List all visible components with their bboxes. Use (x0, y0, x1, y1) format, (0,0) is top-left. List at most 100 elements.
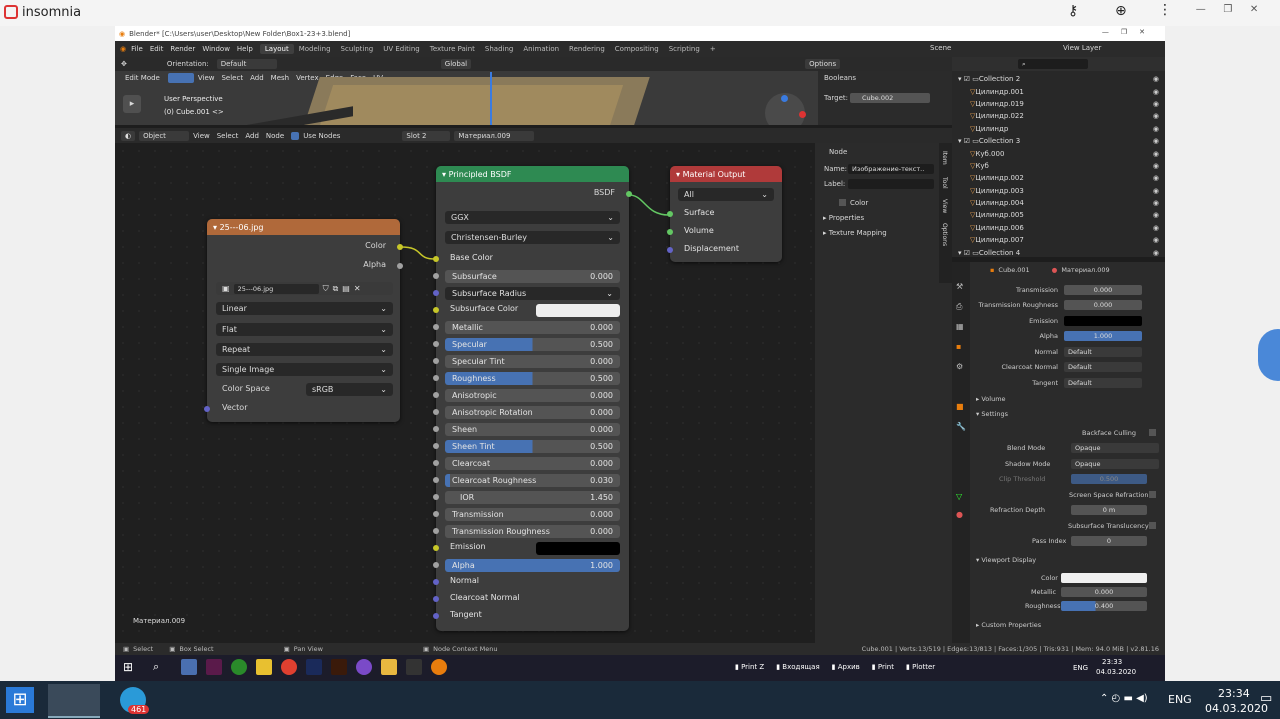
visibility-icon[interactable]: ◉ (1153, 199, 1159, 207)
blend-mode-select[interactable]: Opaque (1071, 443, 1159, 453)
maximize-icon[interactable]: ❐ (1223, 4, 1232, 15)
visibility-icon[interactable]: ◉ (1153, 100, 1159, 108)
v3d-menu-vertex[interactable]: Vertex (296, 74, 319, 82)
boolean-target-field[interactable]: Cube.002 (850, 93, 930, 103)
node-editor-canvas[interactable]: ▾ 25---06.jpg Color Alpha ▣ 25---06.jpg … (115, 143, 815, 643)
bsdf-socket-7[interactable] (433, 392, 439, 398)
shadow-mode-select[interactable]: Opaque (1071, 459, 1159, 469)
bsdf-field[interactable]: Clearcoat Roughness 0.030 (445, 474, 620, 487)
tab-tool[interactable]: Tool (941, 177, 948, 189)
volume-expander[interactable]: ▸ Volume (976, 395, 1006, 403)
props-row-value[interactable]: Default (1064, 362, 1142, 373)
bsdf-field[interactable]: Specular Tint 0.000 (445, 355, 620, 368)
displacement-socket[interactable] (667, 247, 673, 253)
notifications-icon[interactable]: ▭ (1260, 691, 1272, 706)
editor-type-icon[interactable]: ◐ (121, 130, 136, 141)
vector-socket[interactable] (204, 406, 210, 412)
image-texture-node[interactable]: ▾ 25---06.jpg Color Alpha ▣ 25---06.jpg … (204, 219, 403, 422)
tab-options[interactable]: Options (941, 223, 948, 246)
more-icon[interactable]: ⋮ (1158, 2, 1172, 18)
bsdf-field[interactable]: IOR 1.450 (445, 491, 620, 504)
bsdf-field[interactable]: Subsurface 0.000 (445, 270, 620, 283)
key-icon[interactable]: ⚷ (1068, 3, 1078, 19)
ssr-checkbox[interactable] (1149, 491, 1156, 498)
folder-incoming[interactable]: ▮ Входящая (776, 663, 819, 671)
vp-roughness-field[interactable]: 0.400 (1061, 601, 1147, 611)
bsdf-socket-9[interactable] (433, 426, 439, 432)
outer-lang[interactable]: ENG (1168, 693, 1192, 706)
inner-start-icon[interactable]: ⊞ (123, 660, 133, 674)
folder-archive[interactable]: ▮ Архив (832, 663, 860, 671)
visibility-icon[interactable]: ◉ (1153, 125, 1159, 133)
node-menu-view[interactable]: View (193, 132, 210, 140)
view-layer-name[interactable]: View Layer (1063, 44, 1101, 52)
close-icon[interactable]: ✕ (1250, 4, 1258, 15)
bsdf-socket-14[interactable] (433, 511, 439, 517)
bsdf-header[interactable]: ▾ Principled BSDF (436, 166, 629, 182)
unlink-icon[interactable]: ✕ (354, 284, 361, 293)
bsdf-socket-8[interactable] (433, 409, 439, 415)
custom-props-expander[interactable]: ▸ Custom Properties (976, 621, 1041, 629)
v3d-menu-add[interactable]: Add (250, 74, 264, 82)
interpolation-select[interactable]: Linear ⌄ (216, 302, 393, 315)
duplicate-icon[interactable]: ⧉ (333, 284, 339, 294)
inner-lang[interactable]: ENG (1073, 664, 1088, 672)
mode-select[interactable]: Edit Mode (121, 73, 164, 83)
outliner-collection[interactable]: ▾ ☑ ▭ Collection 2 ◉ (952, 73, 1165, 85)
bsdf-socket-11[interactable] (433, 460, 439, 466)
image-name-field[interactable]: 25---06.jpg (233, 283, 319, 294)
bsdf-socket-3[interactable] (433, 324, 439, 330)
bsdf-field[interactable]: Sheen Tint 0.500 (445, 440, 620, 453)
add-workspace-icon[interactable]: + (705, 44, 721, 54)
ws-sculpting[interactable]: Sculpting (336, 44, 379, 54)
navigation-gizmo[interactable] (765, 93, 806, 125)
visibility-icon[interactable]: ◉ (1153, 236, 1159, 244)
menu-window[interactable]: Window (202, 45, 230, 53)
matout-header[interactable]: ▾ Material Output (670, 166, 782, 182)
node-name-field[interactable]: Изображение-текст.. (848, 164, 934, 174)
out-color-socket[interactable] (397, 244, 403, 250)
bsdf-socket-6[interactable] (433, 375, 439, 381)
menu-render[interactable]: Render (170, 45, 195, 53)
bsdf-field[interactable]: Metallic 0.000 (445, 321, 620, 334)
blender-menu-icon[interactable]: ◉ (120, 45, 126, 53)
color-space-select[interactable]: sRGB ⌄ (306, 383, 393, 396)
transform-icon[interactable]: ✥ (121, 60, 127, 68)
bsdf-field[interactable]: Specular 0.500 (445, 338, 620, 351)
props-row-value[interactable]: Default (1064, 377, 1142, 388)
outliner-object[interactable]: ▽ Цилиндр.002 ◉ (952, 172, 1165, 184)
orientation-select[interactable]: Default (216, 59, 277, 69)
visibility-icon[interactable]: ◉ (1153, 150, 1159, 158)
bsdf-socket-12[interactable] (433, 477, 439, 483)
transform-orientation-select[interactable]: Global (440, 59, 472, 69)
side-collapse-button[interactable] (1258, 329, 1280, 381)
out-bsdf-socket[interactable] (626, 191, 632, 197)
bsdf-field[interactable]: Transmission Roughness 0.000 (445, 525, 620, 538)
outliner-object[interactable]: ▽ Куб ◉ (952, 160, 1165, 172)
inner-search-icon[interactable]: ⌕ (153, 660, 159, 674)
bsdf-field[interactable]: Subsurface Radius ⌄ (445, 287, 620, 300)
shader-type-select[interactable]: Object (139, 130, 190, 141)
bsdf-socket-10[interactable] (433, 443, 439, 449)
bsdf-tail-socket[interactable] (433, 596, 439, 602)
tool-select-icon[interactable]: ▸ (123, 95, 141, 113)
outliner-object[interactable]: ▽ Цилиндр.001 ◉ (952, 85, 1165, 97)
refraction-depth-field[interactable]: 0 m (1071, 505, 1147, 515)
menu-help[interactable]: Help (237, 45, 253, 53)
material-field[interactable]: Материал.009 (454, 130, 535, 141)
vp-color-swatch[interactable] (1061, 573, 1147, 583)
v3d-menu-select[interactable]: Select (221, 74, 243, 82)
folder-print[interactable]: ▮ Print (872, 663, 894, 671)
menu-edit[interactable]: Edit (150, 45, 164, 53)
outliner-object[interactable]: ▽ Цилиндр.005 ◉ (952, 209, 1165, 221)
folder-plotter[interactable]: ▮ Plotter (906, 663, 935, 671)
bsdf-socket-13[interactable] (433, 494, 439, 500)
open-icon[interactable]: ▤ (342, 284, 350, 293)
clip-threshold-field[interactable]: 0.500 (1071, 474, 1147, 484)
visibility-icon[interactable]: ◉ (1153, 174, 1159, 182)
outliner-object[interactable]: ▽ Цилиндр.022 ◉ (952, 110, 1165, 122)
v3d-menu-view[interactable]: View (198, 74, 215, 82)
viewport-display-expander[interactable]: ▾ Viewport Display (976, 556, 1036, 564)
outliner-object[interactable]: ▽ Цилиндр.019 ◉ (952, 98, 1165, 110)
principled-bsdf-node[interactable]: ▾ Principled BSDF BSDF GGX ⌄ Christensen-… (433, 166, 632, 631)
